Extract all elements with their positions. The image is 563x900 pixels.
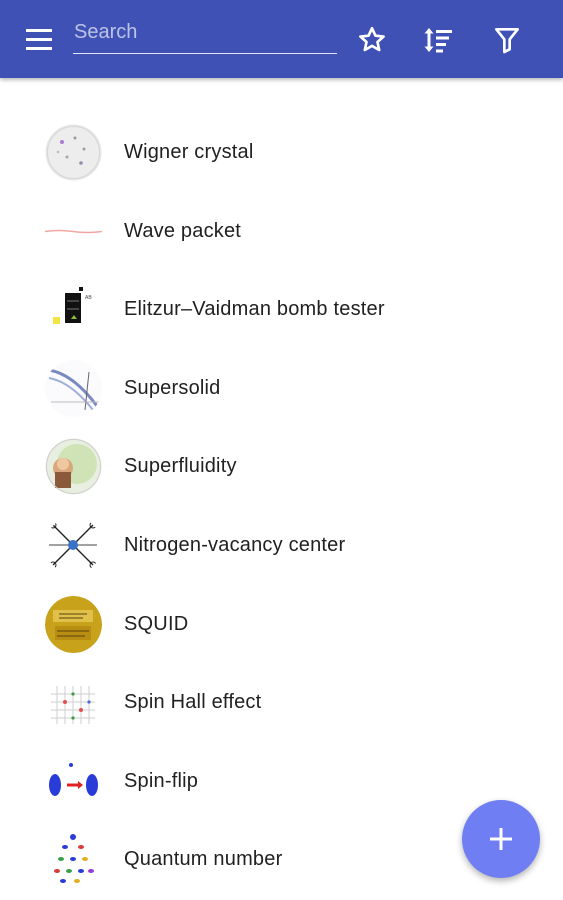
list-item[interactable]: Supersolid (0, 349, 563, 428)
search-box (73, 18, 337, 58)
add-icon (490, 828, 512, 850)
spin-hall-thumbnail (45, 674, 102, 732)
wigner-crystal-thumbnail (45, 124, 102, 181)
supersolid-thumbnail (45, 359, 102, 417)
filter-button[interactable] (491, 24, 523, 56)
star-icon (359, 26, 385, 52)
list-item-label: Wigner crystal (124, 141, 254, 163)
spin-flip-thumbnail (45, 752, 102, 810)
menu-button[interactable] (24, 26, 56, 54)
app-bar (0, 0, 563, 78)
list-item[interactable]: AB Elitzur–Vaidman bomb tester (0, 270, 563, 349)
list-item-label: Spin-flip (124, 769, 199, 792)
superfluidity-thumbnail (45, 438, 102, 495)
bomb-tester-thumbnail: AB (45, 281, 102, 339)
sort-button[interactable] (422, 24, 454, 56)
list-item-label: Wave packet (124, 219, 242, 242)
list-item[interactable]: SQUID (0, 585, 563, 664)
list-item-label: Quantum number (124, 848, 283, 871)
list-item[interactable]: Wigner crystal (0, 113, 563, 192)
quantum-number-thumbnail (45, 831, 102, 889)
filter-icon (495, 28, 519, 54)
add-button[interactable] (462, 800, 540, 878)
list-item-label: Nitrogen-vacancy center (124, 533, 346, 556)
list-item-label: SQUID (124, 612, 189, 635)
wave-packet-thumbnail (45, 203, 102, 260)
list-item[interactable]: Spin Hall effect (0, 663, 563, 742)
list-item-label: Supersolid (124, 376, 221, 399)
list-item-label: Elitzur–Vaidman bomb tester (124, 298, 385, 321)
list-item[interactable]: Superfluidity (0, 427, 563, 506)
list-item[interactable]: Wave packet (0, 192, 563, 271)
article-list: Wigner crystal Wave packet AB Elitzur–Va… (0, 113, 563, 899)
favorites-button[interactable] (356, 24, 388, 56)
menu-icon (26, 29, 52, 50)
nv-center-thumbnail (45, 516, 102, 574)
svg-text:AB: AB (85, 295, 92, 301)
list-item-label: Superfluidity (124, 455, 237, 478)
sort-icon (424, 28, 452, 53)
list-item[interactable]: Nitrogen-vacancy center (0, 506, 563, 585)
search-input[interactable] (73, 18, 337, 54)
squid-thumbnail (45, 595, 102, 653)
list-item-label: Spin Hall effect (124, 691, 262, 714)
